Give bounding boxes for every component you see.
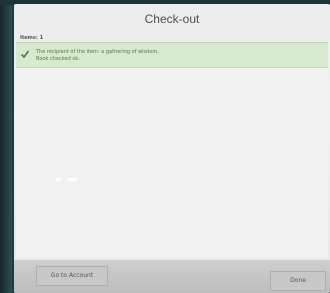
glare-mark (68, 178, 77, 181)
kiosk-screen: Check-out Items: 1 The recipient of the … (14, 4, 330, 293)
footer-bar: Go to Account Done (14, 260, 330, 293)
checkout-notice: The recipient of the item: a gathering o… (16, 42, 328, 68)
glare-mark (56, 178, 61, 181)
checked-out-list (16, 68, 328, 258)
check-icon (20, 50, 30, 59)
page-title: Check-out (144, 12, 200, 26)
items-count: Items: 1 (20, 35, 44, 41)
notice-text-line-1: The recipient of the item: a gathering o… (36, 49, 159, 55)
go-to-account-button[interactable]: Go to Account (36, 266, 108, 286)
done-button[interactable]: Done (270, 271, 326, 291)
screen-bezel-left (0, 0, 12, 293)
notice-text-line-2: Book checked ok. (36, 56, 80, 62)
